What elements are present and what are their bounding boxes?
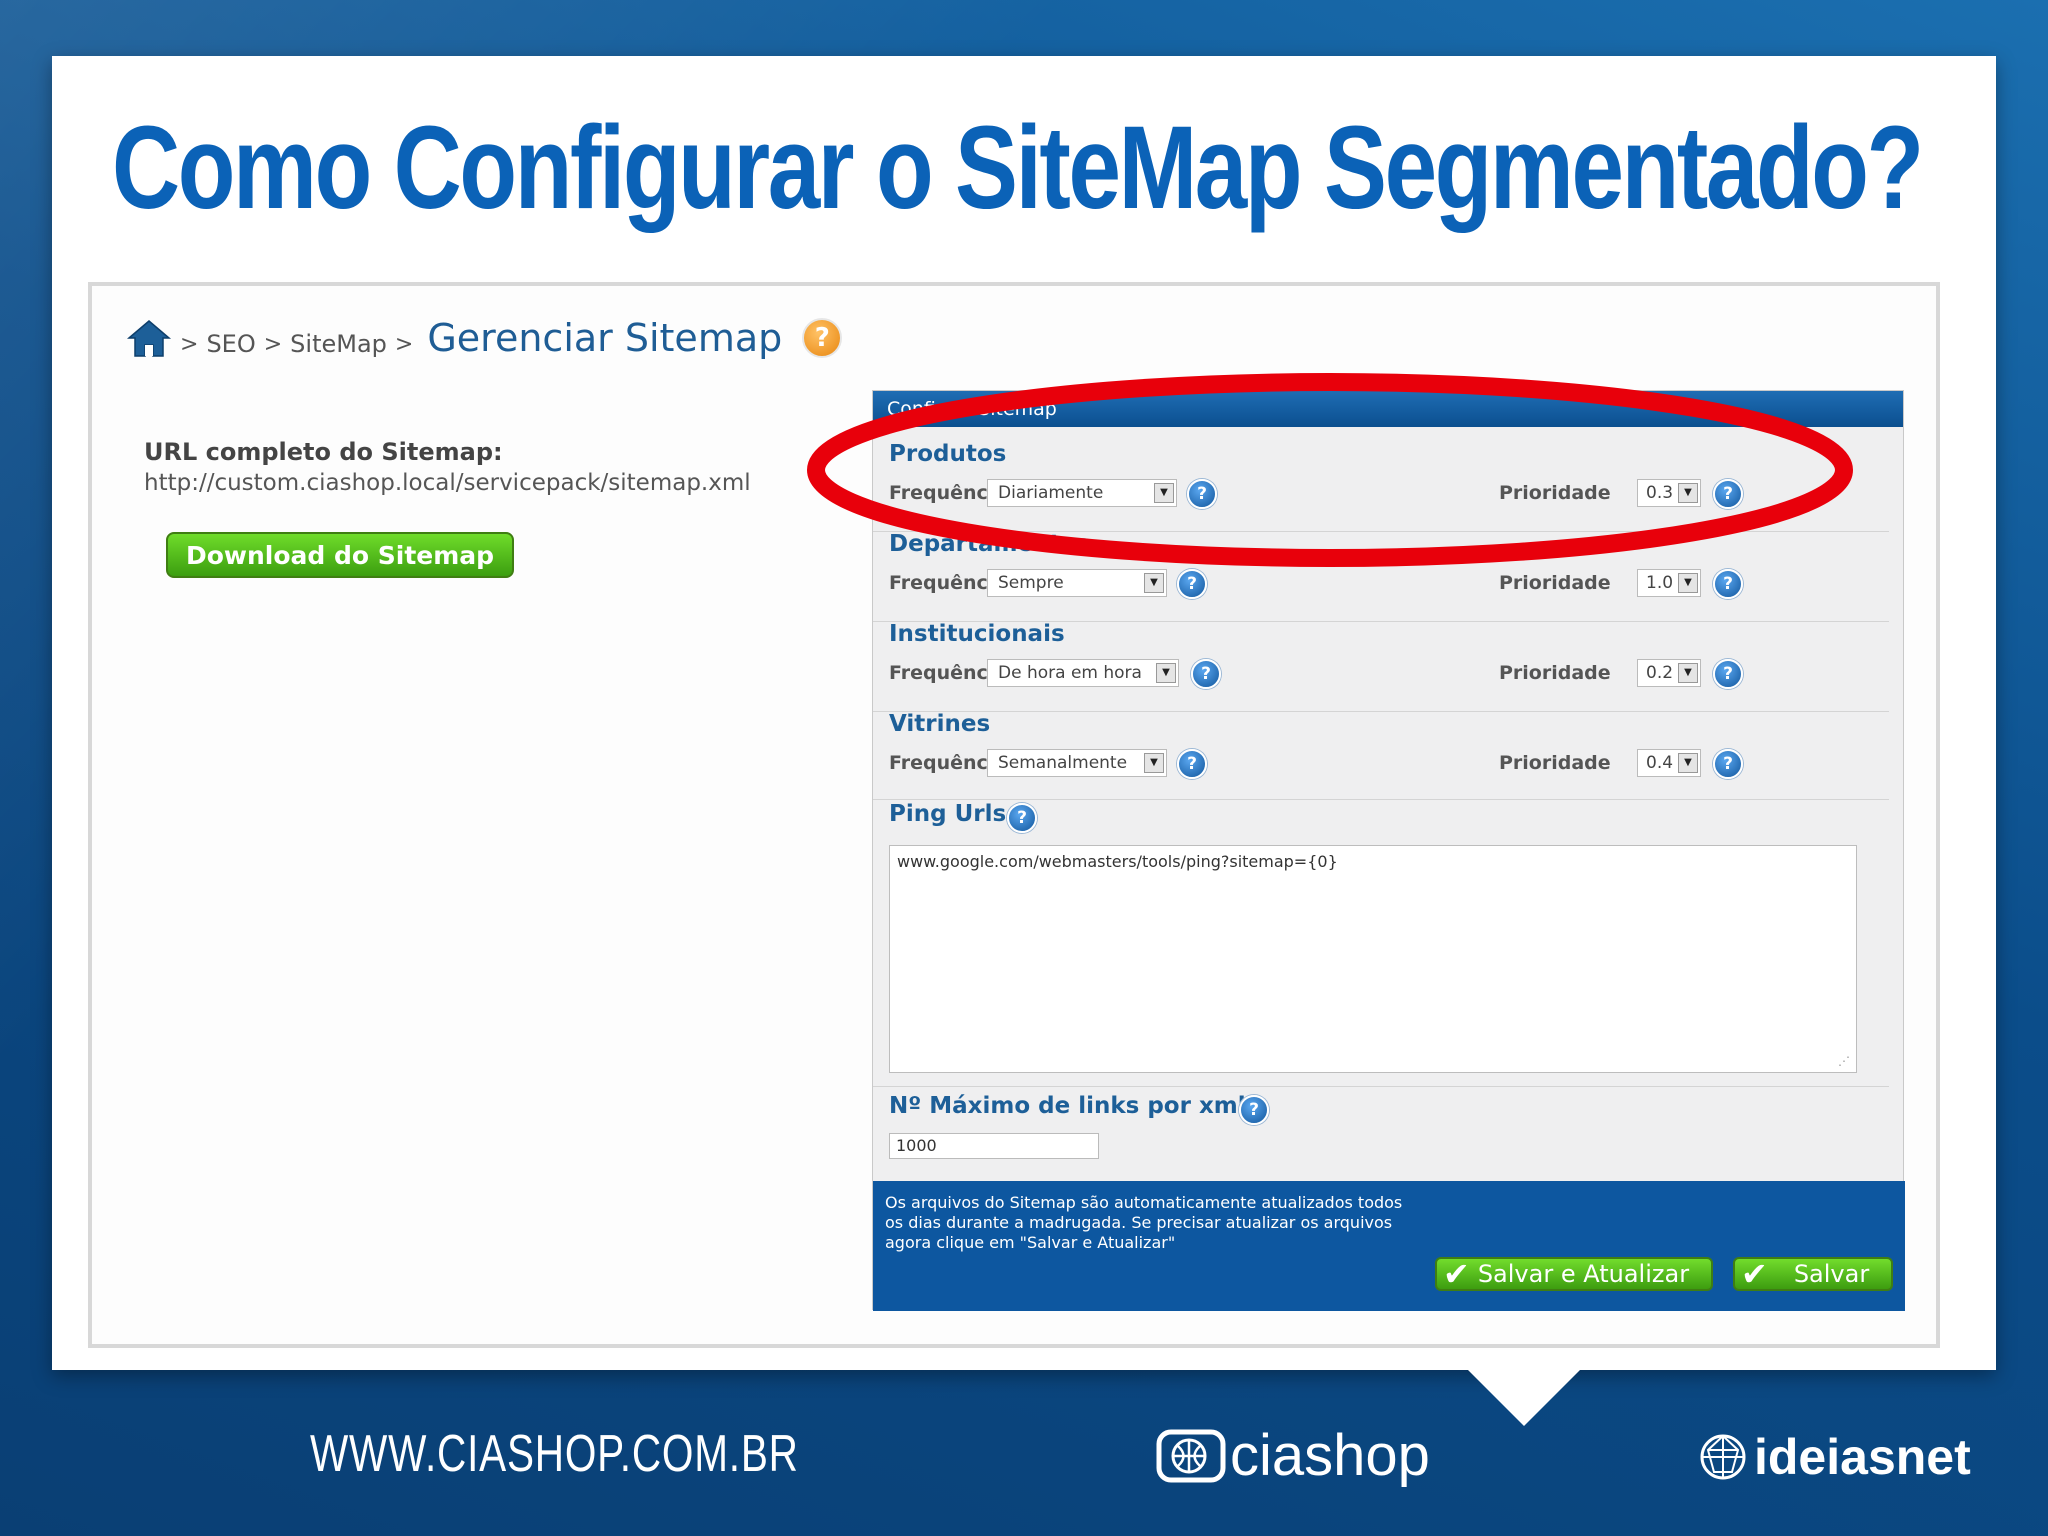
breadcrumb-separator: >: [394, 331, 414, 357]
frequency-value: Diariamente: [998, 483, 1104, 503]
ping-urls-label: Ping Urls: [889, 801, 1007, 827]
priority-label: Prioridade: [1499, 752, 1611, 774]
help-icon[interactable]: ?: [1713, 569, 1743, 599]
divider: [873, 799, 1889, 800]
panel-header: Config Sitemap: [873, 391, 1903, 427]
section-title: Institucionais: [889, 621, 1065, 647]
ideiasnet-wordmark: ideiasnet: [1754, 1429, 1971, 1485]
footer-note-line: Os arquivos do Sitemap são automaticamen…: [885, 1193, 1403, 1212]
frequency-select[interactable]: Sempre ▼: [987, 569, 1167, 597]
save-label: Salvar: [1793, 1260, 1870, 1288]
priority-label: Prioridade: [1499, 662, 1611, 684]
help-icon[interactable]: ?: [1713, 479, 1743, 509]
frequency-value: Sempre: [998, 573, 1064, 593]
ciashop-logo: ciashop: [1156, 1422, 1430, 1489]
save-and-update-label: Salvar e Atualizar: [1477, 1260, 1690, 1288]
help-icon[interactable]: ?: [1713, 659, 1743, 689]
priority-label: Prioridade: [1499, 482, 1611, 504]
section-vitrines: Vitrines Frequência Semanalmente ▼ ? Pri…: [889, 711, 1889, 779]
section-institucionais: Institucionais Frequência De hora em hor…: [889, 621, 1889, 689]
save-and-update-button[interactable]: ✔ Salvar e Atualizar: [1435, 1257, 1713, 1291]
footer-note-line: os dias durante a madrugada. Se precisar…: [885, 1213, 1393, 1232]
checkmark-icon: ✔: [1741, 1255, 1768, 1293]
footer-note-line: agora clique em "Salvar e Atualizar": [885, 1233, 1176, 1252]
section-produtos: Produtos Frequência Diariamente ▼ ? Prio…: [889, 441, 1889, 509]
panel-footer: Os arquivos do Sitemap são automaticamen…: [873, 1181, 1905, 1311]
priority-value: 1.0: [1646, 573, 1674, 593]
ping-urls-value: www.google.com/webmasters/tools/ping?sit…: [897, 852, 1338, 871]
section-title: Produtos: [889, 441, 1007, 467]
breadcrumb-item-sitemap[interactable]: SiteMap: [290, 330, 387, 358]
breadcrumb: > SEO > SiteMap > Gerenciar Sitemap ?: [126, 308, 843, 368]
breadcrumb-item-seo[interactable]: SEO: [206, 330, 255, 358]
home-icon[interactable]: [126, 318, 172, 358]
slide-pointer: [1468, 1370, 1580, 1426]
frequency-select[interactable]: Diariamente ▼: [987, 479, 1177, 507]
footer-site-url[interactable]: WWW.CIASHOP.COM.BR: [310, 1424, 799, 1484]
sitemap-config-panel: Config Sitemap Produtos Frequência Diari…: [872, 390, 1905, 1311]
dropdown-arrow-icon[interactable]: ▼: [1144, 573, 1164, 593]
frequency-value: De hora em hora: [998, 663, 1142, 683]
section-ping-urls: Ping Urls ?: [889, 801, 1889, 833]
priority-value: 0.3: [1646, 483, 1674, 503]
help-icon[interactable]: ?: [1187, 479, 1217, 509]
ping-urls-textarea[interactable]: www.google.com/webmasters/tools/ping?sit…: [889, 845, 1857, 1073]
help-icon[interactable]: ?: [1177, 749, 1207, 779]
dropdown-arrow-icon[interactable]: ▼: [1144, 753, 1164, 773]
ideiasnet-logo: ideiasnet: [1698, 1428, 1971, 1486]
slide-title: Como Configurar o SiteMap Segmentado?: [112, 102, 1924, 234]
max-links-input[interactable]: 1000: [889, 1133, 1099, 1159]
breadcrumb-separator: >: [180, 331, 199, 357]
priority-value: 0.4: [1646, 753, 1674, 773]
priority-select[interactable]: 0.3 ▼: [1637, 479, 1701, 507]
frequency-select[interactable]: De hora em hora ▼: [987, 659, 1179, 687]
section-departamentos: Departamentos Frequência Sempre ▼ ? Prio…: [889, 531, 1889, 599]
priority-label: Prioridade: [1499, 572, 1611, 594]
dropdown-arrow-icon[interactable]: ▼: [1156, 663, 1176, 683]
priority-select[interactable]: 0.2 ▼: [1637, 659, 1701, 687]
save-button[interactable]: ✔ Salvar: [1733, 1257, 1893, 1291]
sitemap-url-value: http://custom.ciashop.local/servicepack/…: [144, 470, 751, 496]
dropdown-arrow-icon[interactable]: ▼: [1678, 753, 1698, 773]
resize-grip-icon[interactable]: ⋰: [1838, 1054, 1850, 1068]
help-icon[interactable]: ?: [1239, 1095, 1269, 1125]
help-icon[interactable]: ?: [1191, 659, 1221, 689]
help-icon[interactable]: ?: [1177, 569, 1207, 599]
checkmark-icon: ✔: [1443, 1255, 1470, 1293]
dropdown-arrow-icon[interactable]: ▼: [1678, 663, 1698, 683]
dropdown-arrow-icon[interactable]: ▼: [1678, 483, 1698, 503]
help-icon[interactable]: ?: [1007, 803, 1037, 833]
help-icon[interactable]: ?: [802, 318, 843, 358]
section-title: Vitrines: [889, 711, 991, 737]
globe-icon: [1156, 1429, 1226, 1482]
breadcrumb-separator: >: [263, 331, 283, 357]
dropdown-arrow-icon[interactable]: ▼: [1154, 483, 1174, 503]
footer-note: Os arquivos do Sitemap são automaticamen…: [885, 1193, 1465, 1253]
download-sitemap-button[interactable]: Download do Sitemap: [166, 532, 514, 578]
priority-select[interactable]: 0.4 ▼: [1637, 749, 1701, 777]
ciashop-wordmark: ciashop: [1230, 1423, 1430, 1488]
dropdown-arrow-icon[interactable]: ▼: [1678, 573, 1698, 593]
help-icon[interactable]: ?: [1713, 749, 1743, 779]
section-max-links: Nº Máximo de links por xml ?: [889, 1093, 1889, 1125]
divider: [873, 1086, 1889, 1087]
sitemap-url-label: URL completo do Sitemap:: [144, 438, 503, 466]
max-links-label: Nº Máximo de links por xml: [889, 1093, 1246, 1119]
frequency-value: Semanalmente: [998, 753, 1128, 773]
priority-select[interactable]: 1.0 ▼: [1637, 569, 1701, 597]
globe-icon: [1700, 1434, 1746, 1480]
embedded-screenshot: > SEO > SiteMap > Gerenciar Sitemap ? UR…: [88, 282, 1940, 1348]
section-title: Departamentos: [889, 531, 1090, 557]
page-title: Gerenciar Sitemap: [427, 316, 783, 360]
priority-value: 0.2: [1646, 663, 1674, 683]
frequency-select[interactable]: Semanalmente ▼: [987, 749, 1167, 777]
